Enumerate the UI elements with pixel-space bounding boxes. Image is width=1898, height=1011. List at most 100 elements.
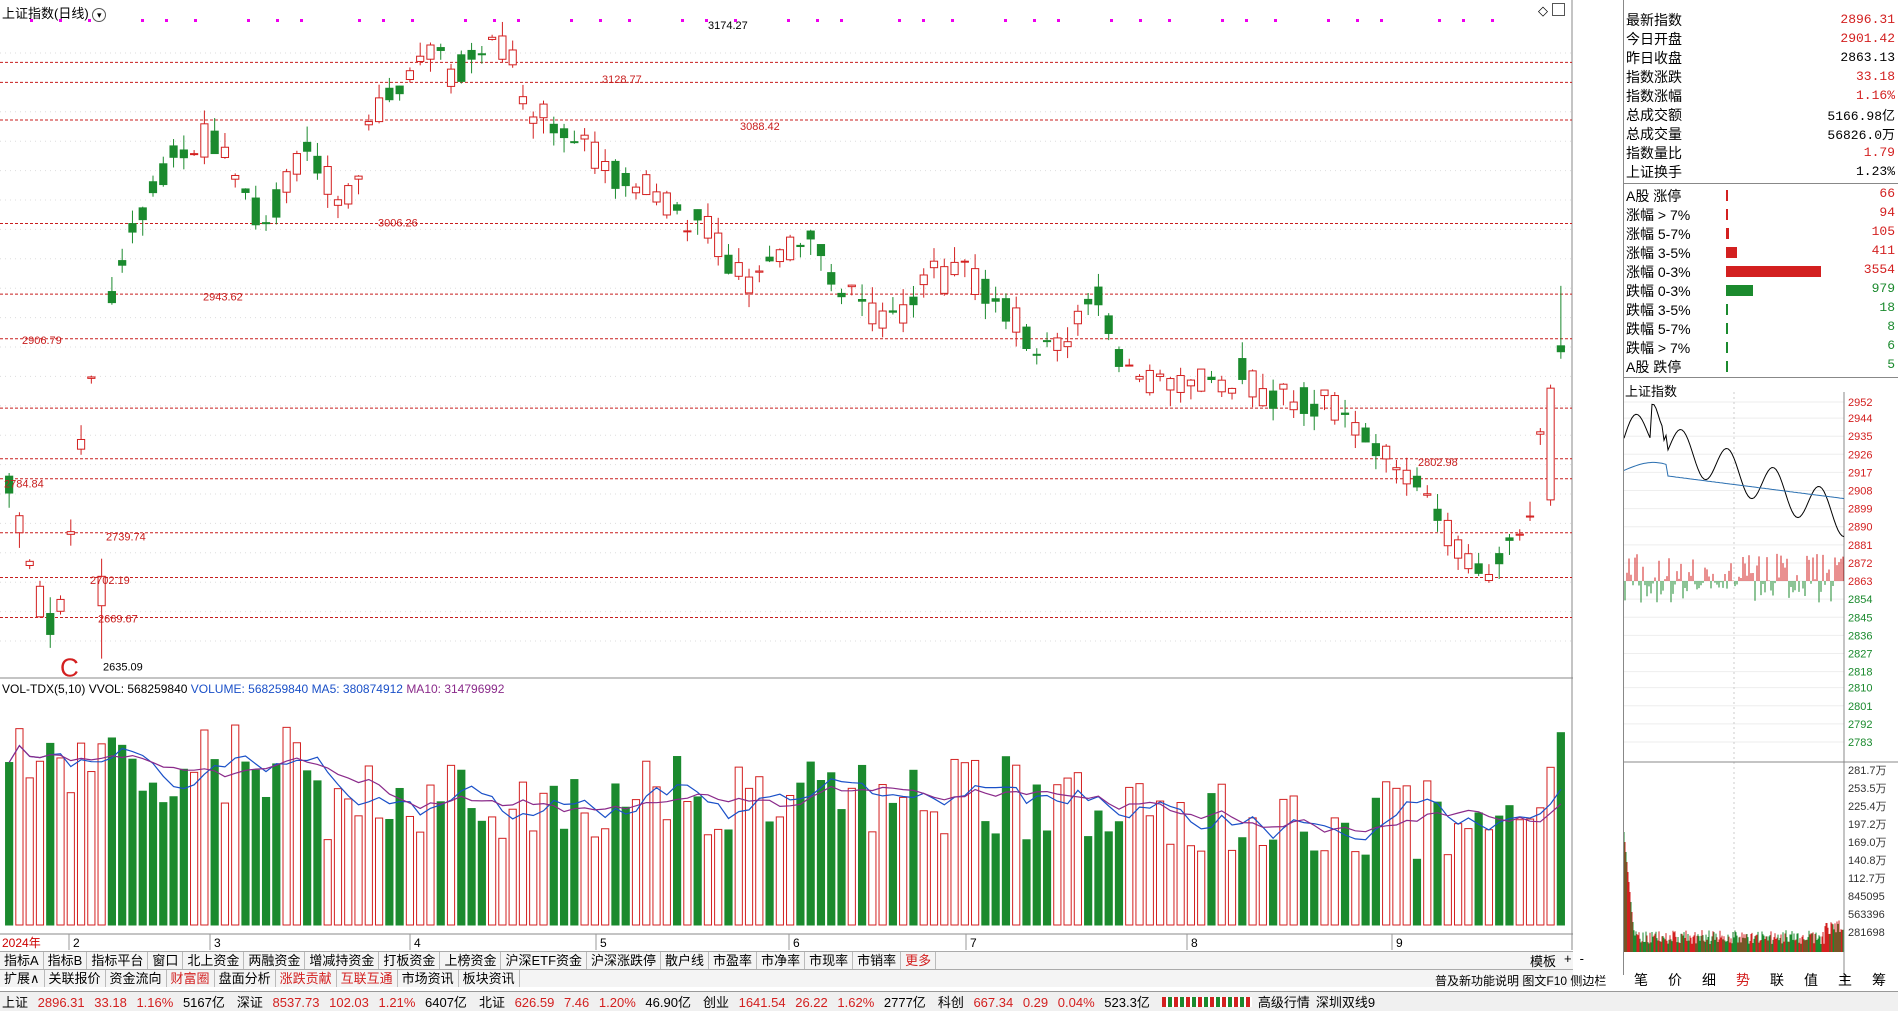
breadth-bar	[1726, 228, 1729, 239]
tab-9[interactable]: 沪深ETF资金	[501, 952, 588, 969]
new-features-link[interactable]: 普及新功能说明	[1435, 974, 1519, 988]
info-tab-0[interactable]: 扩展∧	[0, 970, 45, 987]
info-tab-6[interactable]: 互联互通	[337, 970, 398, 987]
candle-body	[652, 191, 661, 203]
breadth-count: 105	[1871, 224, 1895, 239]
kc-index[interactable]: 科创 667.34 0.29 0.04% 523.3亿	[938, 992, 1156, 1011]
candle-body	[1310, 403, 1319, 417]
info-tab-7[interactable]: 市场资讯	[398, 970, 459, 987]
quote-row: 总成交量 56826.0万	[1626, 124, 1895, 144]
candle-body	[107, 291, 116, 304]
volume-bar	[1443, 854, 1452, 926]
breadth-bar	[1726, 285, 1753, 296]
tab-15[interactable]: 市销率	[853, 952, 902, 969]
tab-14[interactable]: 市现率	[805, 952, 854, 969]
volume-bar	[1412, 858, 1422, 926]
volume-bar	[642, 760, 651, 926]
candle-body	[631, 186, 641, 194]
side-tab-2[interactable]: 细	[1691, 970, 1727, 991]
tab-7[interactable]: 打板资金	[379, 952, 441, 969]
sz-index[interactable]: 深证 8537.73 102.03 1.21% 6407亿	[237, 992, 473, 1011]
side-tab-4[interactable]: 联	[1759, 970, 1795, 991]
candle-body	[929, 260, 939, 269]
tab-4[interactable]: 北上资金	[183, 952, 245, 969]
tab-0[interactable]: 指标A	[0, 952, 44, 969]
sh-index[interactable]: 上证 2896.31 33.18 1.16% 5167亿	[2, 992, 231, 1011]
ma5-value: MA5: 380874912	[311, 682, 403, 696]
volume-bar	[374, 817, 384, 926]
expand-icon[interactable]	[1552, 3, 1565, 16]
tab-16[interactable]: 更多	[901, 952, 937, 969]
info-tab-8[interactable]: 板块资讯	[459, 970, 520, 987]
bz-index[interactable]: 北证 626.59 7.46 1.20% 46.90亿	[479, 992, 697, 1011]
side-tab-5[interactable]: 值	[1793, 970, 1829, 991]
tab-10[interactable]: 沪深涨跌停	[587, 952, 662, 969]
volume-bar	[1022, 839, 1031, 926]
volume-bar	[827, 772, 836, 926]
mini-price-tick: 2926	[1848, 449, 1872, 461]
price-annotation: 3088.42	[740, 121, 780, 133]
template-control-2[interactable]: -	[1580, 951, 1584, 970]
chart-title[interactable]: 上证指数(日线) ▾	[2, 3, 107, 22]
tab-5[interactable]: 两融资金	[244, 952, 306, 969]
intraday-mini-chart[interactable]: 2952 2944 2935 2926 2917 2908 2899 2890 2881 2872…	[1624, 392, 1898, 982]
candle-body	[323, 166, 332, 195]
kline-chart-area[interactable]: 3150312531003075305030253000297529502925…	[0, 0, 1573, 975]
low-annotation: 2635.09	[103, 662, 143, 674]
candle-body	[1464, 553, 1473, 570]
breadth-count: 411	[1871, 243, 1895, 258]
breadth-bar	[1726, 247, 1738, 258]
volume-bar	[1310, 850, 1319, 926]
volume-bar	[559, 828, 569, 926]
candle-body	[436, 47, 445, 51]
volume-indicator-name[interactable]: VOL-TDX(5,10)	[2, 682, 85, 696]
candle-body	[1166, 378, 1175, 391]
template-control-1[interactable]: +	[1564, 951, 1572, 970]
tab-13[interactable]: 市净率	[757, 952, 806, 969]
candle-body	[621, 172, 630, 187]
volume-bar	[621, 806, 630, 926]
info-tab-4[interactable]: 盘面分析	[215, 970, 276, 987]
quote-label: 总成交量	[1626, 125, 1682, 142]
broker-server[interactable]: 深圳双线9	[1316, 992, 1375, 1011]
mini-price-tick: 2818	[1848, 667, 1872, 679]
tab-8[interactable]: 上榜资金	[440, 952, 502, 969]
chart-title-label: 上证指数(日线)	[2, 6, 89, 21]
signal-dot	[276, 19, 279, 22]
advanced-quote[interactable]: 高级行情	[1258, 992, 1310, 1011]
side-tab-6[interactable]: 主	[1827, 970, 1863, 991]
signal-dot	[300, 19, 303, 22]
tab-11[interactable]: 散户线	[661, 952, 710, 969]
side-tab-1[interactable]: 价	[1657, 970, 1693, 991]
volume-bar	[261, 796, 271, 926]
candle-body	[755, 270, 764, 273]
info-tab-1[interactable]: 关联报价	[45, 970, 106, 987]
cy-index[interactable]: 创业 1641.54 26.22 1.62% 2777亿	[703, 992, 932, 1011]
template-control-0[interactable]: 模板	[1530, 951, 1556, 970]
tab-1[interactable]: 指标B	[44, 952, 88, 969]
info-tab-3[interactable]: 财富圈	[167, 970, 215, 987]
tab-3[interactable]: 窗口	[148, 952, 184, 969]
signal-dot	[599, 19, 602, 22]
diamond-icon[interactable]: ◇	[1538, 3, 1548, 19]
candlestick-chart[interactable]: 3150312531003075305030253000297529502925…	[0, 0, 1573, 975]
side-tab-3[interactable]: 势	[1725, 970, 1761, 991]
volume-bar	[1145, 815, 1154, 926]
breadth-count: 5	[1887, 357, 1895, 372]
mini-price-tick: 2952	[1848, 397, 1872, 409]
chevron-down-icon[interactable]: ▾	[92, 8, 107, 22]
info-tab-2[interactable]: 资金流向	[106, 970, 167, 987]
candle-body	[15, 515, 24, 534]
side-tab-7[interactable]: 筹	[1861, 970, 1897, 991]
f10-link[interactable]: 图文F10	[1522, 974, 1567, 988]
tab-6[interactable]: 增减持资金	[305, 952, 380, 969]
info-tab-5[interactable]: 涨跌贡献	[276, 970, 337, 987]
sidebar-link[interactable]: 侧边栏	[1570, 974, 1606, 988]
volume-bar	[210, 759, 219, 926]
mini-vol-tick: 281.7万	[1848, 765, 1887, 777]
side-tab-0[interactable]: 笔	[1623, 970, 1659, 991]
tab-2[interactable]: 指标平台	[87, 952, 149, 969]
candle-body	[303, 141, 312, 152]
tab-12[interactable]: 市盈率	[709, 952, 758, 969]
volume-bar	[508, 808, 517, 926]
